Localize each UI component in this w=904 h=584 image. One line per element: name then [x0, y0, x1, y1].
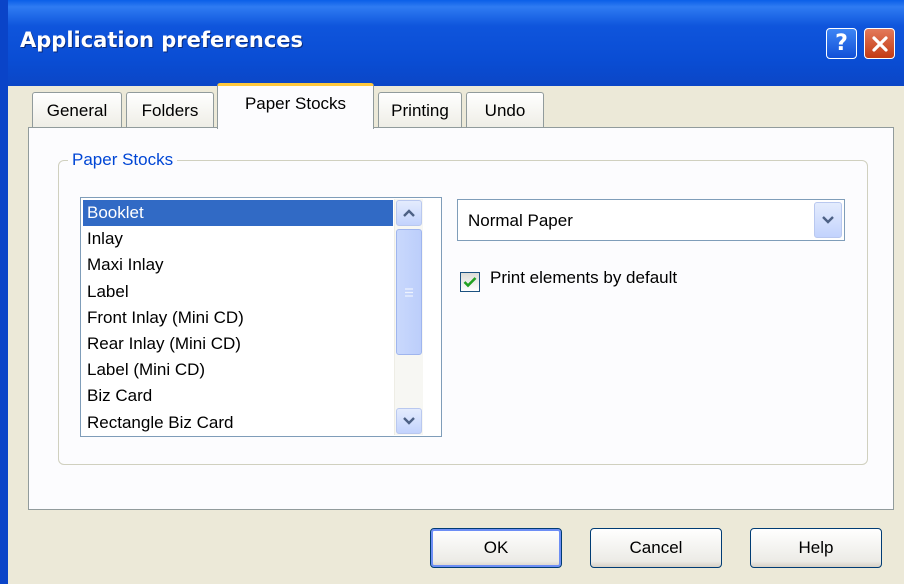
- paper-stocks-listbox[interactable]: Booklet Inlay Maxi Inlay Label Front Inl…: [80, 197, 442, 437]
- groupbox-label: Paper Stocks: [68, 150, 178, 170]
- close-button[interactable]: [864, 28, 895, 59]
- tab-label: Folders: [141, 100, 199, 120]
- list-item[interactable]: Rectangle Biz Card: [83, 410, 393, 436]
- tab-label: General: [46, 100, 108, 120]
- list-item[interactable]: Front Inlay (Mini CD): [83, 305, 393, 331]
- window-title: Application preferences: [20, 28, 304, 52]
- scroll-down-button[interactable]: [396, 408, 422, 434]
- cancel-button[interactable]: Cancel: [590, 528, 722, 568]
- dropdown-button[interactable]: [814, 202, 842, 238]
- button-label: Cancel: [629, 538, 683, 557]
- list-item[interactable]: Maxi Inlay: [83, 252, 393, 278]
- vertical-scrollbar[interactable]: [394, 199, 423, 435]
- tab-undo[interactable]: Undo: [466, 92, 544, 128]
- print-elements-checkbox[interactable]: [460, 272, 480, 292]
- scroll-up-button[interactable]: [396, 200, 422, 226]
- list-item[interactable]: Label: [83, 279, 393, 305]
- chevron-down-icon: [822, 216, 834, 224]
- tab-folders[interactable]: Folders: [126, 92, 214, 128]
- tab-paper-stocks[interactable]: Paper Stocks: [217, 83, 374, 129]
- tab-printing[interactable]: Printing: [378, 92, 462, 128]
- ok-button[interactable]: OK: [430, 528, 562, 568]
- help-button[interactable]: Help: [750, 528, 882, 568]
- list-item[interactable]: Booklet: [83, 200, 393, 227]
- dropdown-value: Normal Paper: [468, 211, 573, 230]
- list-item[interactable]: Biz Card: [83, 383, 393, 409]
- paper-type-dropdown[interactable]: Normal Paper: [457, 199, 845, 241]
- tab-general[interactable]: General: [32, 92, 122, 128]
- close-icon: [871, 35, 888, 52]
- chevron-down-icon: [403, 417, 415, 425]
- list-item[interactable]: Inlay: [83, 226, 393, 252]
- print-elements-label[interactable]: Print elements by default: [490, 268, 677, 288]
- checkmark-icon: [463, 277, 477, 288]
- list-item[interactable]: Rear Inlay (Mini CD): [83, 331, 393, 357]
- button-label: Help: [798, 538, 834, 557]
- title-bar[interactable]: Application preferences ?: [8, 0, 904, 86]
- window-border: [0, 0, 8, 584]
- tab-label: Undo: [484, 100, 526, 120]
- help-icon: ?: [835, 30, 848, 56]
- help-title-button[interactable]: ?: [826, 28, 857, 59]
- chevron-up-icon: [403, 209, 415, 217]
- button-label: OK: [483, 538, 509, 557]
- tab-label: Printing: [391, 100, 449, 120]
- grip-icon: [405, 287, 413, 297]
- tab-label: Paper Stocks: [244, 94, 347, 113]
- scroll-thumb[interactable]: [396, 229, 422, 355]
- list-item[interactable]: Label (Mini CD): [83, 357, 393, 383]
- list-items: Booklet Inlay Maxi Inlay Label Front Inl…: [83, 200, 393, 436]
